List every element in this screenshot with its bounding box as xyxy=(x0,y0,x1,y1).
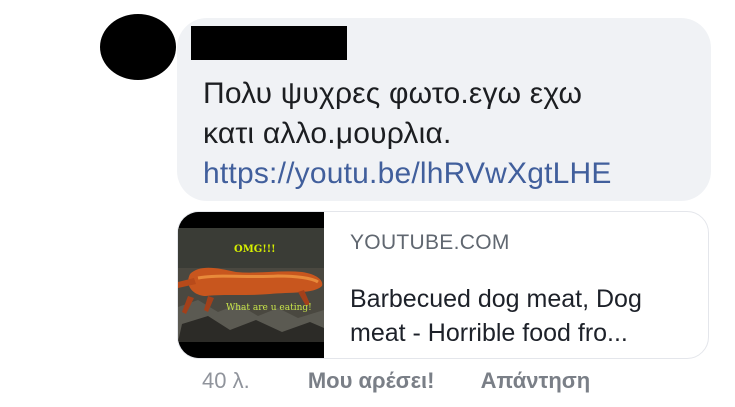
link-preview-title[interactable]: Barbecued dog meat, Dog meat - Horrible … xyxy=(350,282,700,350)
author-name-redacted[interactable] xyxy=(191,26,347,60)
comment-text-line: κατι αλλο.μουρλια. xyxy=(203,117,452,150)
link-preview-card[interactable]: OMG!!! What are u eating! YOUTUBE.COM Ba… xyxy=(177,211,709,359)
like-button[interactable]: Μου αρέσει! xyxy=(308,366,435,396)
link-preview-title-line: Barbecued dog meat, Dog xyxy=(350,285,642,313)
comment-screen: Πολυ ψυχρες φωτο.εγω εχω κατι αλλο.μουρλ… xyxy=(0,0,735,407)
comment-bubble: Πολυ ψυχρες φωτο.εγω εχω κατι αλλο.μουρλ… xyxy=(177,18,711,201)
thumbnail-overlay-text: OMG!!! xyxy=(234,244,276,255)
comment-body: Πολυ ψυχρες φωτο.εγω εχω κατι αλλο.μουρλ… xyxy=(203,74,703,194)
link-preview-domain: YOUTUBE.COM xyxy=(350,231,510,254)
comment-actions: 40 λ. Μου αρέσει! Απάντηση xyxy=(202,366,590,396)
reply-button[interactable]: Απάντηση xyxy=(481,366,591,396)
comment-link[interactable]: https://youtu.be/lhRVwXgtLHE xyxy=(203,154,703,194)
comment-text-line: Πολυ ψυχρες φωτο.εγω εχω xyxy=(203,77,583,110)
link-preview-info: YOUTUBE.COM Barbecued dog meat, Dog meat… xyxy=(350,230,700,350)
video-thumbnail[interactable]: OMG!!! What are u eating! xyxy=(178,212,324,358)
avatar[interactable] xyxy=(100,14,176,80)
comment-timestamp[interactable]: 40 λ. xyxy=(202,366,250,396)
link-preview-title-line: meat - Horrible food fro... xyxy=(350,319,628,347)
thumbnail-overlay-text: What are u eating! xyxy=(226,303,312,313)
